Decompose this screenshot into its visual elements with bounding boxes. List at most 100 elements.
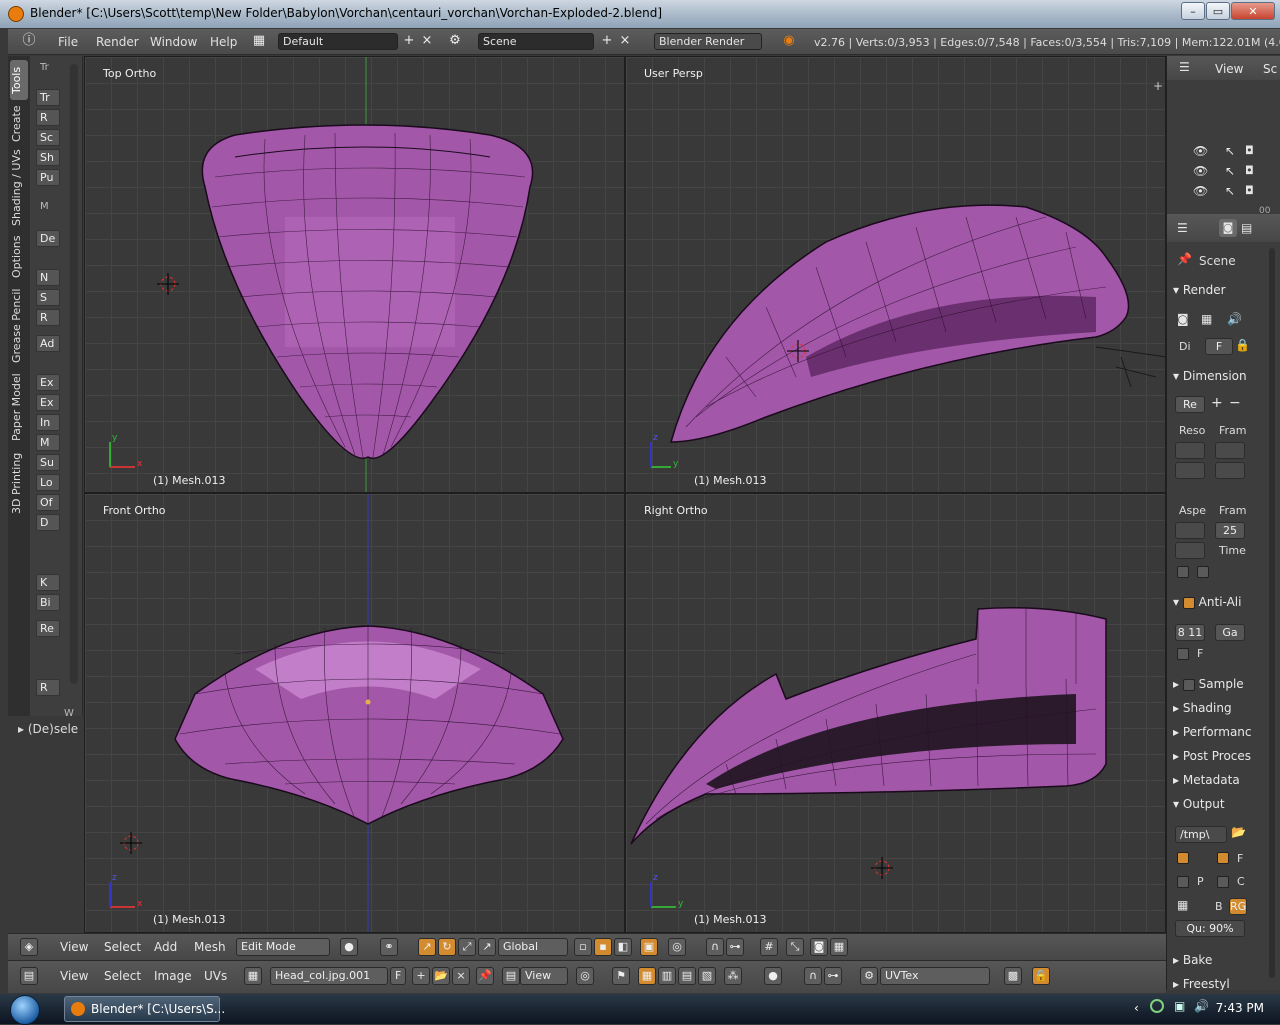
tab-shading-uvs[interactable]: Shading / UVs <box>10 148 28 228</box>
manipulator-rotate-icon[interactable]: ↻ <box>438 938 456 956</box>
file-extensions-checkbox[interactable] <box>1217 852 1229 864</box>
resolution-x-field[interactable] <box>1175 442 1205 459</box>
scene-field[interactable]: Scene <box>478 33 594 50</box>
dimensions-panel-header[interactable]: ▾ Dimension <box>1173 366 1271 386</box>
menu-render[interactable]: Render <box>96 35 139 49</box>
limit-selection-icon[interactable]: ▣ <box>640 938 658 956</box>
tool-randomize-button[interactable]: R <box>36 309 60 326</box>
properties-editor-icon[interactable]: ☰ <box>1177 221 1188 235</box>
anti-aliasing-checkbox[interactable] <box>1182 596 1195 609</box>
aa-samples-select[interactable]: 8 11 <box>1175 624 1205 641</box>
render-context-icon[interactable]: ◙ <box>1219 219 1237 237</box>
pin-image-icon[interactable]: 📌 <box>476 967 494 985</box>
tool-extrude-button[interactable]: Ex <box>36 374 60 391</box>
screen-layout-icon[interactable]: ▦ <box>250 33 268 50</box>
frame-end-field[interactable] <box>1215 462 1245 479</box>
section-transform[interactable]: Tr <box>40 62 49 73</box>
aspect-y-field[interactable] <box>1175 542 1205 559</box>
tool-knife-button[interactable]: K <box>36 574 60 591</box>
remove-preset-icon[interactable]: − <box>1229 395 1241 411</box>
cursor-select-icon[interactable]: ↖ <box>1225 144 1235 158</box>
menu-select[interactable]: Select <box>104 969 141 983</box>
cursor-select-icon[interactable]: ↖ <box>1225 184 1235 198</box>
maximize-button[interactable]: ▭ <box>1206 2 1230 20</box>
face-select-icon[interactable]: ◧ <box>614 938 632 956</box>
shading-panel-header[interactable]: ▸ Shading <box>1173 698 1271 718</box>
tray-expand-icon[interactable]: ‹ <box>1134 1001 1139 1015</box>
add-preset-icon[interactable]: + <box>1211 395 1223 411</box>
editor-type-image-icon[interactable]: ▤ <box>20 967 38 985</box>
tool-panel-scrollbar[interactable] <box>70 64 78 684</box>
color-rgb-button[interactable]: RG <box>1229 898 1247 915</box>
snap-element-icon[interactable]: ⊶ <box>726 938 744 956</box>
motion-blur-checkbox[interactable] <box>1182 678 1195 691</box>
placeholders-checkbox[interactable] <box>1177 876 1189 888</box>
image-name-field[interactable]: Head_col.jpg.001 <box>270 967 388 985</box>
volume-tray-icon[interactable]: 🔊 <box>1194 999 1209 1013</box>
uv-map-select[interactable]: UVTex <box>880 967 990 985</box>
sampled-motion-blur-panel-header[interactable]: ▸ Sample <box>1173 674 1271 694</box>
uv-edge-select-icon[interactable]: ▥ <box>658 967 676 985</box>
viewport-front-ortho[interactable]: Front Ortho (1) Mesh.013 x z <box>84 493 625 933</box>
tool-shrink-button[interactable]: Sh <box>36 149 60 166</box>
frame-start-field[interactable] <box>1215 442 1245 459</box>
add-scene-icon[interactable]: + <box>598 33 616 50</box>
scene-icon[interactable]: ⚙ <box>446 33 464 50</box>
lock-icon[interactable]: 🔒 <box>1235 338 1250 352</box>
menu-window[interactable]: Window <box>150 35 197 49</box>
close-window-button[interactable]: ✕ <box>1231 2 1275 20</box>
pivot-icon[interactable]: ◎ <box>576 967 594 985</box>
tool-smooth-button[interactable]: S <box>36 289 60 306</box>
tool-normal-button[interactable]: N <box>36 269 60 286</box>
camera-render-icon[interactable]: ◘ <box>1245 184 1254 197</box>
pivot-point-icon[interactable]: ⚭ <box>380 938 398 956</box>
snap-element-icon[interactable]: ⊶ <box>824 967 842 985</box>
system-clock[interactable]: 7:43 PM <box>1216 1001 1264 1015</box>
tool-add-button[interactable]: Ad <box>36 335 60 352</box>
proportional-edit-icon[interactable]: ◎ <box>668 938 686 956</box>
display-select[interactable]: F <box>1205 338 1233 355</box>
manipulator-extra-icon[interactable]: ↗ <box>478 938 496 956</box>
network-tray-icon[interactable] <box>1150 999 1164 1013</box>
render-preset-select[interactable]: Re <box>1175 396 1205 413</box>
checker-icon[interactable]: ▩ <box>1004 967 1022 985</box>
color-bw-label[interactable]: B <box>1215 900 1223 913</box>
eye-icon[interactable]: 👁 <box>1193 184 1208 198</box>
image-browse-icon[interactable]: ▦ <box>244 967 262 985</box>
outliner-view-menu[interactable]: View <box>1215 62 1243 76</box>
viewport-top-ortho[interactable]: Top Ortho (1) Mesh.013 x y <box>84 56 625 493</box>
minimize-button[interactable]: – <box>1181 2 1205 20</box>
resolution-y-field[interactable] <box>1175 462 1205 479</box>
mode-select[interactable]: Edit Mode <box>236 938 330 956</box>
freestyle-panel-header[interactable]: ▸ Freestyl <box>1173 974 1271 990</box>
tool-remove-doubles-button[interactable]: Re <box>36 620 60 637</box>
lock-icon[interactable]: 🔒 <box>1032 967 1050 985</box>
overwrite-checkbox[interactable] <box>1177 852 1189 864</box>
output-path-field[interactable]: /tmp\ <box>1175 826 1227 843</box>
screen-layout-field[interactable]: Default <box>278 33 398 50</box>
eye-icon[interactable]: 👁 <box>1193 164 1208 178</box>
outliner-editor-icon[interactable]: ☰ <box>1179 60 1190 74</box>
layers-context-icon[interactable]: ▤ <box>1241 221 1252 235</box>
file-format-icon[interactable]: ▦ <box>1177 898 1188 912</box>
sticky-selection-icon[interactable]: ⚑ <box>612 967 630 985</box>
taskbar-blender-button[interactable]: Blender* [C:\Users\S... <box>64 996 225 1022</box>
viewport-right-ortho[interactable]: Right Ortho (1) Mesh.013 y z <box>625 493 1166 933</box>
editor-type-3d-icon[interactable]: ◈ <box>20 938 38 956</box>
outliner-search-field[interactable]: Sc <box>1263 62 1277 76</box>
render-animation-icon[interactable]: ▦ <box>830 938 848 956</box>
bake-panel-header[interactable]: ▸ Bake <box>1173 950 1271 970</box>
viewport-shading-icon[interactable]: ● <box>340 938 358 956</box>
tool-merge-button[interactable]: M <box>36 434 60 451</box>
uv-face-select-icon[interactable]: ▤ <box>678 967 696 985</box>
performance-panel-header[interactable]: ▸ Performanc <box>1173 722 1271 742</box>
tool-subdivide-button[interactable]: Su <box>36 454 60 471</box>
tab-grease-pencil[interactable]: Grease Pencil <box>10 286 28 366</box>
snap-magnet-icon[interactable]: ∩ <box>706 938 724 956</box>
tool-rotate-button[interactable]: R <box>36 109 60 126</box>
tool-delete-button[interactable]: De <box>36 230 60 247</box>
tab-options[interactable]: Options <box>10 232 28 282</box>
transform-orientation-select[interactable]: Global <box>498 938 568 956</box>
tool-push-button[interactable]: Pu <box>36 169 60 186</box>
remove-screen-icon[interactable]: × <box>418 33 436 50</box>
